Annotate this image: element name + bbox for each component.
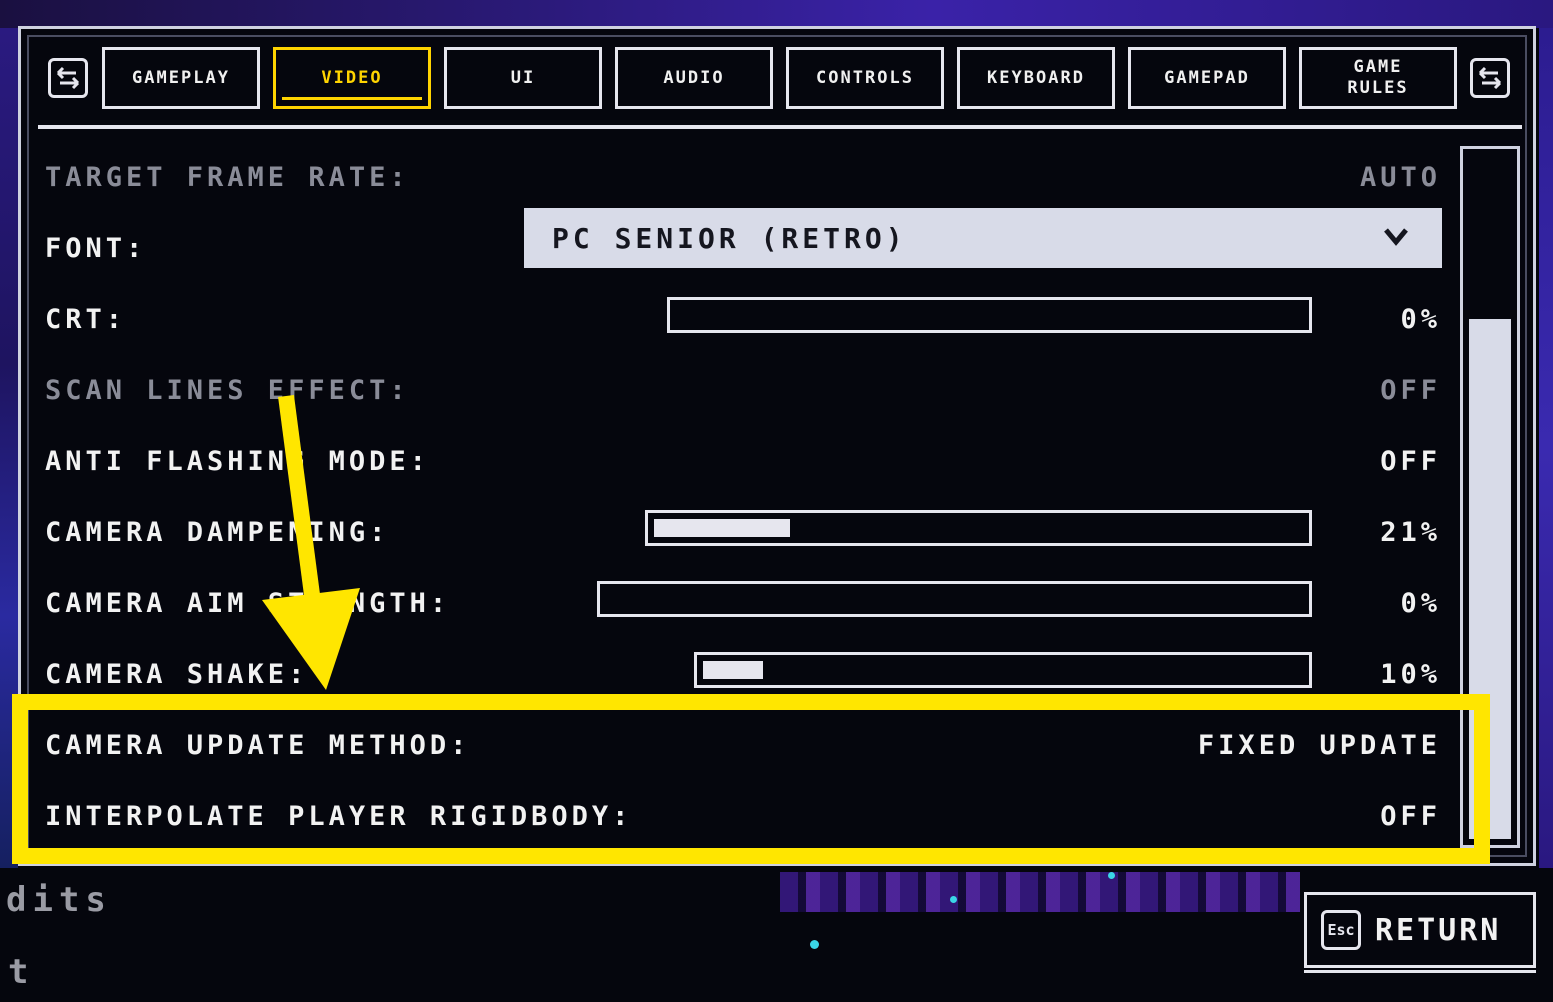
settings-scrollbar[interactable] xyxy=(1460,146,1520,848)
tab-ui[interactable]: UI xyxy=(444,47,602,109)
background-scene-bottom xyxy=(780,872,1300,912)
setting-value-anti-flashing[interactable]: OFF xyxy=(1380,446,1441,477)
font-dropdown[interactable]: PC SENIOR (RETRO) xyxy=(524,208,1442,268)
background-particle xyxy=(950,896,957,903)
tabs-divider xyxy=(38,125,1522,129)
setting-value-target-frame-rate[interactable]: AUTO xyxy=(1360,162,1441,193)
camera-dampening-slider[interactable] xyxy=(645,510,1312,546)
setting-label-font: FONT: xyxy=(45,233,147,264)
setting-value-camera-update-method[interactable]: FIXED UPDATE xyxy=(1198,730,1441,761)
setting-label-anti-flashing: ANTI FLASHING MODE: xyxy=(45,446,430,477)
background-scene-right xyxy=(1539,28,1553,868)
slider-fill xyxy=(703,661,763,679)
background-particle xyxy=(810,940,819,949)
setting-label-camera-shake: CAMERA SHAKE: xyxy=(45,659,309,690)
camera-shake-slider[interactable] xyxy=(694,652,1312,688)
setting-label-scan-lines: SCAN LINES EFFECT: xyxy=(45,375,410,406)
background-scene-top xyxy=(0,0,1553,28)
swap-arrows-icon xyxy=(56,66,80,90)
tab-keyboard[interactable]: KEYBOARD xyxy=(957,47,1115,109)
slider-fill xyxy=(654,519,790,537)
tab-game-rules[interactable]: GAME RULES xyxy=(1299,47,1457,109)
tab-audio[interactable]: AUDIO xyxy=(615,47,773,109)
setting-label-target-frame-rate: TARGET FRAME RATE: xyxy=(45,162,410,193)
tab-gamepad[interactable]: GAMEPAD xyxy=(1128,47,1286,109)
next-tab-button[interactable] xyxy=(1470,58,1510,98)
esc-key-icon: Esc xyxy=(1321,910,1361,950)
background-menu-text: t xyxy=(8,952,35,992)
tab-controls[interactable]: CONTROLS xyxy=(786,47,944,109)
background-scene-left xyxy=(0,28,18,868)
setting-value-camera-dampening: 21% xyxy=(1380,517,1441,548)
return-button[interactable]: Esc RETURN xyxy=(1304,892,1536,973)
prev-tab-button[interactable] xyxy=(48,58,88,98)
setting-value-scan-lines[interactable]: OFF xyxy=(1380,375,1441,406)
setting-value-camera-shake: 10% xyxy=(1380,659,1441,690)
tab-gameplay[interactable]: GAMEPLAY xyxy=(102,47,260,109)
setting-label-interpolate-rigidbody: INTERPOLATE PLAYER RIGIDBODY: xyxy=(45,801,633,832)
setting-value-crt: 0% xyxy=(1400,304,1441,335)
setting-label-camera-aim-strength: CAMERA AIM STRENGTH: xyxy=(45,588,451,619)
setting-label-camera-update-method: CAMERA UPDATE METHOD: xyxy=(45,730,471,761)
setting-label-camera-dampening: CAMERA DAMPENING: xyxy=(45,517,390,548)
tab-video[interactable]: VIDEO xyxy=(273,47,431,109)
setting-label-crt: CRT: xyxy=(45,304,127,335)
swap-arrows-icon xyxy=(1478,66,1502,90)
scrollbar-thumb[interactable] xyxy=(1469,319,1511,839)
background-menu-text: dits xyxy=(6,880,112,920)
camera-aim-strength-slider[interactable] xyxy=(597,581,1312,617)
chevron-down-icon xyxy=(1384,228,1408,246)
setting-value-interpolate-rigidbody[interactable]: OFF xyxy=(1380,801,1441,832)
return-label: RETURN xyxy=(1375,912,1502,948)
font-dropdown-value: PC SENIOR (RETRO) xyxy=(552,221,907,255)
background-particle xyxy=(1108,872,1115,879)
crt-slider[interactable] xyxy=(667,297,1312,333)
setting-value-camera-aim-strength: 0% xyxy=(1400,588,1441,619)
